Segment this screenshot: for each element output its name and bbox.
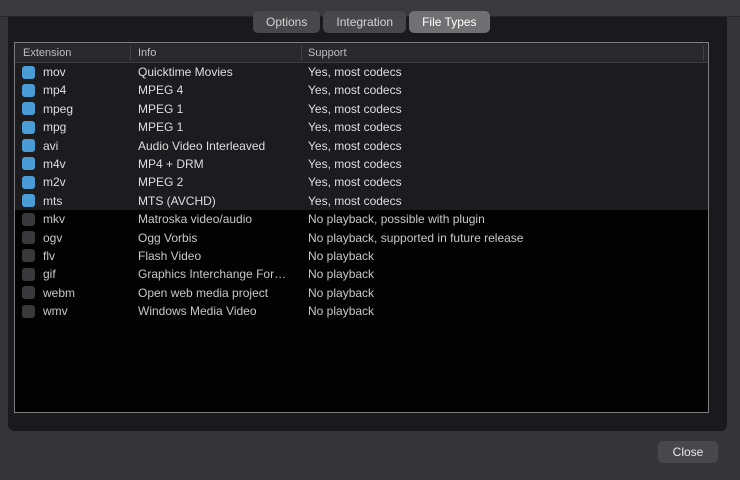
cell-extension: avi [43,137,58,155]
file-type-checkbox[interactable] [22,176,35,189]
cell-support: Yes, most codecs [308,81,402,99]
cell-support: Yes, most codecs [308,118,402,136]
column-header-info: Info [138,43,156,63]
table-row[interactable]: webm Open web media project No playback [15,284,708,302]
file-type-checkbox[interactable] [22,213,35,226]
table-row[interactable]: wmv Windows Media Video No playback [15,302,708,320]
column-divider [703,46,704,60]
cell-extension: flv [43,247,55,265]
close-button[interactable]: Close [658,441,718,463]
table-row[interactable]: m2v MPEG 2 Yes, most codecs [15,173,708,191]
cell-info: MPEG 1 [138,100,303,118]
table-row[interactable]: mpeg MPEG 1 Yes, most codecs [15,100,708,118]
file-type-checkbox[interactable] [22,66,35,79]
cell-info: Open web media project [138,284,303,302]
file-types-table: Extension Info Support mov Quicktime Mov… [14,42,709,413]
cell-support: No playback [308,284,374,302]
table-row[interactable]: gif Graphics Interchange For… No playbac… [15,265,708,283]
cell-info: Flash Video [138,247,303,265]
table-row[interactable]: mp4 MPEG 4 Yes, most codecs [15,81,708,99]
cell-extension: mts [43,192,62,210]
cell-info: MPEG 4 [138,81,303,99]
file-type-checkbox[interactable] [22,84,35,97]
cell-extension: mp4 [43,81,66,99]
cell-support: No playback [308,302,374,320]
cell-support: Yes, most codecs [308,100,402,118]
cell-info: MP4 + DRM [138,155,303,173]
cell-extension: m4v [43,155,66,173]
column-divider [301,46,302,60]
file-type-checkbox[interactable] [22,286,35,299]
cell-info: Ogg Vorbis [138,229,303,247]
file-type-checkbox[interactable] [22,194,35,207]
tab-options[interactable]: Options [253,11,320,33]
table-row[interactable]: mpg MPEG 1 Yes, most codecs [15,118,708,136]
file-type-checkbox[interactable] [22,268,35,281]
cell-extension: mpeg [43,100,73,118]
column-header-support: Support [308,43,347,63]
cell-extension: mpg [43,118,66,136]
column-divider [130,46,131,60]
cell-extension: m2v [43,173,66,191]
cell-info: Matroska video/audio [138,210,303,228]
cell-support: Yes, most codecs [308,192,402,210]
cell-support: Yes, most codecs [308,137,402,155]
cell-info: MTS (AVCHD) [138,192,303,210]
table-row[interactable]: avi Audio Video Interleaved Yes, most co… [15,137,708,155]
table-row[interactable]: flv Flash Video No playback [15,247,708,265]
cell-extension: webm [43,284,75,302]
file-type-checkbox[interactable] [22,157,35,170]
cell-info: Audio Video Interleaved [138,137,303,155]
column-header-extension: Extension [23,43,71,63]
file-type-checkbox[interactable] [22,249,35,262]
table-row[interactable]: m4v MP4 + DRM Yes, most codecs [15,155,708,173]
file-type-checkbox[interactable] [22,139,35,152]
cell-info: Graphics Interchange For… [138,265,303,283]
cell-info: Windows Media Video [138,302,303,320]
table-body: mov Quicktime Movies Yes, most codecs mp… [15,63,708,412]
file-type-checkbox[interactable] [22,121,35,134]
cell-support: Yes, most codecs [308,63,402,81]
cell-support: Yes, most codecs [308,173,402,191]
cell-info: MPEG 1 [138,118,303,136]
table-row[interactable]: mts MTS (AVCHD) Yes, most codecs [15,192,708,210]
cell-support: No playback [308,247,374,265]
cell-support: No playback, possible with plugin [308,210,485,228]
file-type-checkbox[interactable] [22,102,35,115]
file-type-checkbox[interactable] [22,305,35,318]
file-type-checkbox[interactable] [22,231,35,244]
cell-extension: ogv [43,229,62,247]
cell-info: MPEG 2 [138,173,303,191]
cell-extension: mkv [43,210,65,228]
table-row[interactable]: mkv Matroska video/audio No playback, po… [15,210,708,228]
cell-support: Yes, most codecs [308,155,402,173]
cell-extension: gif [43,265,56,283]
cell-support: No playback, supported in future release [308,229,523,247]
tab-integration[interactable]: Integration [323,11,406,33]
table-header: Extension Info Support [15,43,708,63]
table-row[interactable]: ogv Ogg Vorbis No playback, supported in… [15,229,708,247]
tab-file-types[interactable]: File Types [409,11,489,33]
cell-extension: mov [43,63,66,81]
tab-bar: Options Integration File Types [253,11,490,33]
table-row[interactable]: mov Quicktime Movies Yes, most codecs [15,63,708,81]
cell-info: Quicktime Movies [138,63,303,81]
cell-extension: wmv [43,302,68,320]
cell-support: No playback [308,265,374,283]
